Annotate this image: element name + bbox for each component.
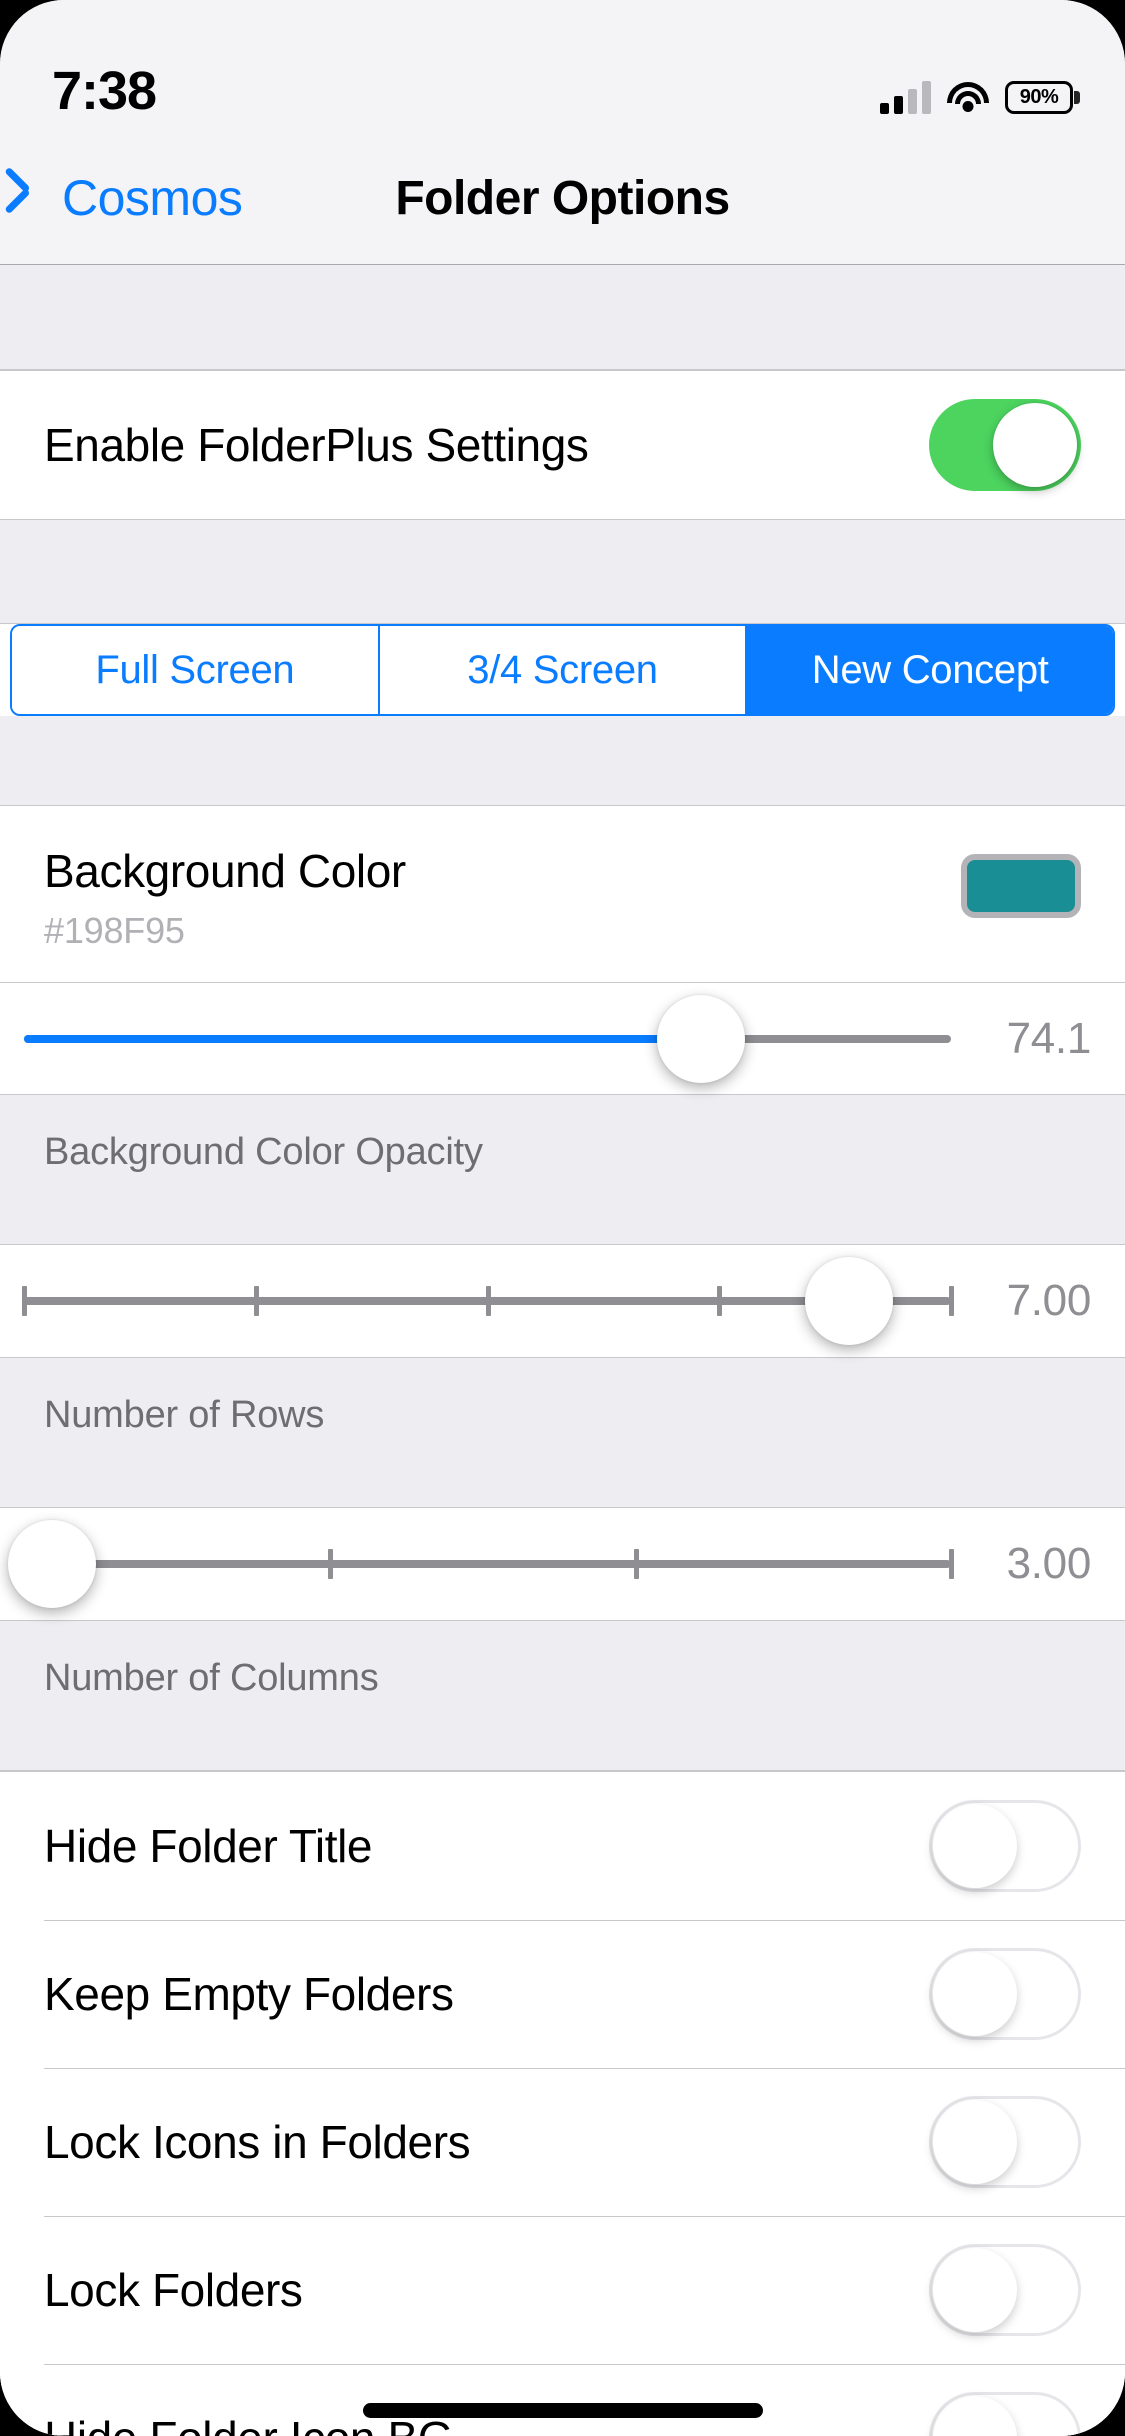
back-button-label: Cosmos xyxy=(62,170,243,226)
row-lock-folders[interactable]: Lock Folders xyxy=(0,2216,1125,2364)
columns-footer-label: Number of Columns xyxy=(44,1657,379,1699)
row-hide-folder-title-label: Hide Folder Title xyxy=(44,1820,373,1872)
row-lock-folders-label: Lock Folders xyxy=(44,2264,303,2316)
opacity-slider-value: 74.1 xyxy=(1006,1013,1092,1063)
enable-section: Enable FolderPlus Settings xyxy=(0,370,1125,520)
opacity-slider-thumb[interactable] xyxy=(656,994,745,1083)
row-lock-icons-in-folders[interactable]: Lock Icons in Folders xyxy=(0,2068,1125,2216)
background-color-swatch[interactable] xyxy=(961,854,1081,918)
keep-empty-folders-toggle[interactable] xyxy=(929,1948,1081,2040)
section-gap-segment xyxy=(0,520,1125,624)
row-enable-folderplus-label: Enable FolderPlus Settings xyxy=(44,419,589,471)
row-lock-icons-in-folders-label: Lock Icons in Folders xyxy=(44,2116,471,2168)
rows-slider[interactable] xyxy=(22,1245,954,1357)
slider-tick xyxy=(253,1286,259,1316)
opacity-slider-fill xyxy=(24,1034,701,1043)
battery-icon: 90% xyxy=(1005,81,1080,114)
opacity-footer-label: Background Color Opacity xyxy=(44,1131,483,1173)
navigation-bar: Cosmos Folder Options xyxy=(0,132,1125,265)
hide-folder-title-toggle[interactable] xyxy=(929,1800,1081,1892)
segment-three-quarter-screen[interactable]: 3/4 Screen xyxy=(379,626,748,714)
columns-slider-thumb[interactable] xyxy=(7,1520,96,1608)
slider-tick xyxy=(327,1549,333,1579)
settings-list[interactable]: Enable FolderPlus Settings Full Screen 3… xyxy=(0,265,1125,2436)
home-indicator xyxy=(362,2403,763,2418)
background-color-label: Background Color xyxy=(44,845,406,897)
columns-slider-value: 3.00 xyxy=(1006,1539,1092,1588)
opacity-slider-track xyxy=(24,1034,951,1043)
columns-slider-row[interactable]: 3.00 xyxy=(0,1508,1125,1620)
segment-new-concept[interactable]: New Concept xyxy=(747,626,1113,714)
status-clock: 7:38 xyxy=(52,61,157,121)
section-gap-color xyxy=(0,716,1125,806)
columns-slider[interactable] xyxy=(7,1508,954,1620)
row-keep-empty-folders[interactable]: Keep Empty Folders xyxy=(0,1920,1125,2068)
opacity-slider[interactable] xyxy=(24,983,951,1095)
rows-slider-row[interactable]: 7.00 xyxy=(0,1245,1125,1357)
background-color-hex-value: #198F95 xyxy=(44,910,185,951)
cellular-signal-icon xyxy=(880,80,931,114)
slider-tick xyxy=(485,1286,491,1316)
background-color-text: Background Color #198F95 xyxy=(44,844,406,952)
columns-footer: Number of Columns xyxy=(0,1620,1125,1771)
status-indicators: 90% xyxy=(880,80,1080,118)
phone-screen: 7:38 90% Cosmos Folder Options Enable Fo… xyxy=(0,0,1125,2436)
toggles-section: Hide Folder Title Keep Empty Folders Loc… xyxy=(0,1771,1125,2436)
row-background-color[interactable]: Background Color #198F95 xyxy=(0,806,1125,982)
slider-tick xyxy=(22,1286,27,1316)
slider-tick xyxy=(949,1286,954,1316)
lock-icons-in-folders-toggle[interactable] xyxy=(929,2096,1081,2188)
chevron-left-icon xyxy=(26,176,52,220)
row-hide-folder-title[interactable]: Hide Folder Title xyxy=(0,1772,1125,1920)
battery-percent-label: 90% xyxy=(1019,86,1059,108)
slider-tick xyxy=(633,1549,639,1579)
slider-tick xyxy=(949,1549,954,1579)
wifi-icon xyxy=(947,82,989,114)
segment-full-screen[interactable]: Full Screen xyxy=(12,626,380,714)
layout-mode-section: Full Screen 3/4 Screen New Concept xyxy=(0,624,1125,716)
row-keep-empty-folders-label: Keep Empty Folders xyxy=(44,1968,454,2020)
back-button[interactable]: Cosmos xyxy=(26,169,243,227)
rows-footer-label: Number of Rows xyxy=(44,1394,325,1436)
enable-folderplus-toggle[interactable] xyxy=(929,399,1081,491)
rows-slider-value: 7.00 xyxy=(1006,1276,1092,1325)
rows-footer: Number of Rows xyxy=(0,1357,1125,1508)
section-gap-top xyxy=(0,265,1125,370)
columns-slider-track xyxy=(22,1549,954,1579)
opacity-slider-row[interactable]: 74.1 xyxy=(0,982,1125,1094)
slider-tick xyxy=(717,1286,723,1316)
hide-folder-icon-bg-toggle[interactable] xyxy=(929,2392,1081,2436)
lock-folders-toggle[interactable] xyxy=(929,2244,1081,2336)
row-enable-folderplus[interactable]: Enable FolderPlus Settings xyxy=(0,371,1125,519)
row-hide-folder-icon-bg[interactable]: Hide Folder Icon BG xyxy=(0,2364,1125,2436)
rows-slider-thumb[interactable] xyxy=(805,1257,894,1345)
layout-mode-segmented-control[interactable]: Full Screen 3/4 Screen New Concept xyxy=(10,624,1115,716)
status-bar: 7:38 90% xyxy=(0,0,1125,132)
opacity-footer: Background Color Opacity xyxy=(0,1094,1125,1245)
